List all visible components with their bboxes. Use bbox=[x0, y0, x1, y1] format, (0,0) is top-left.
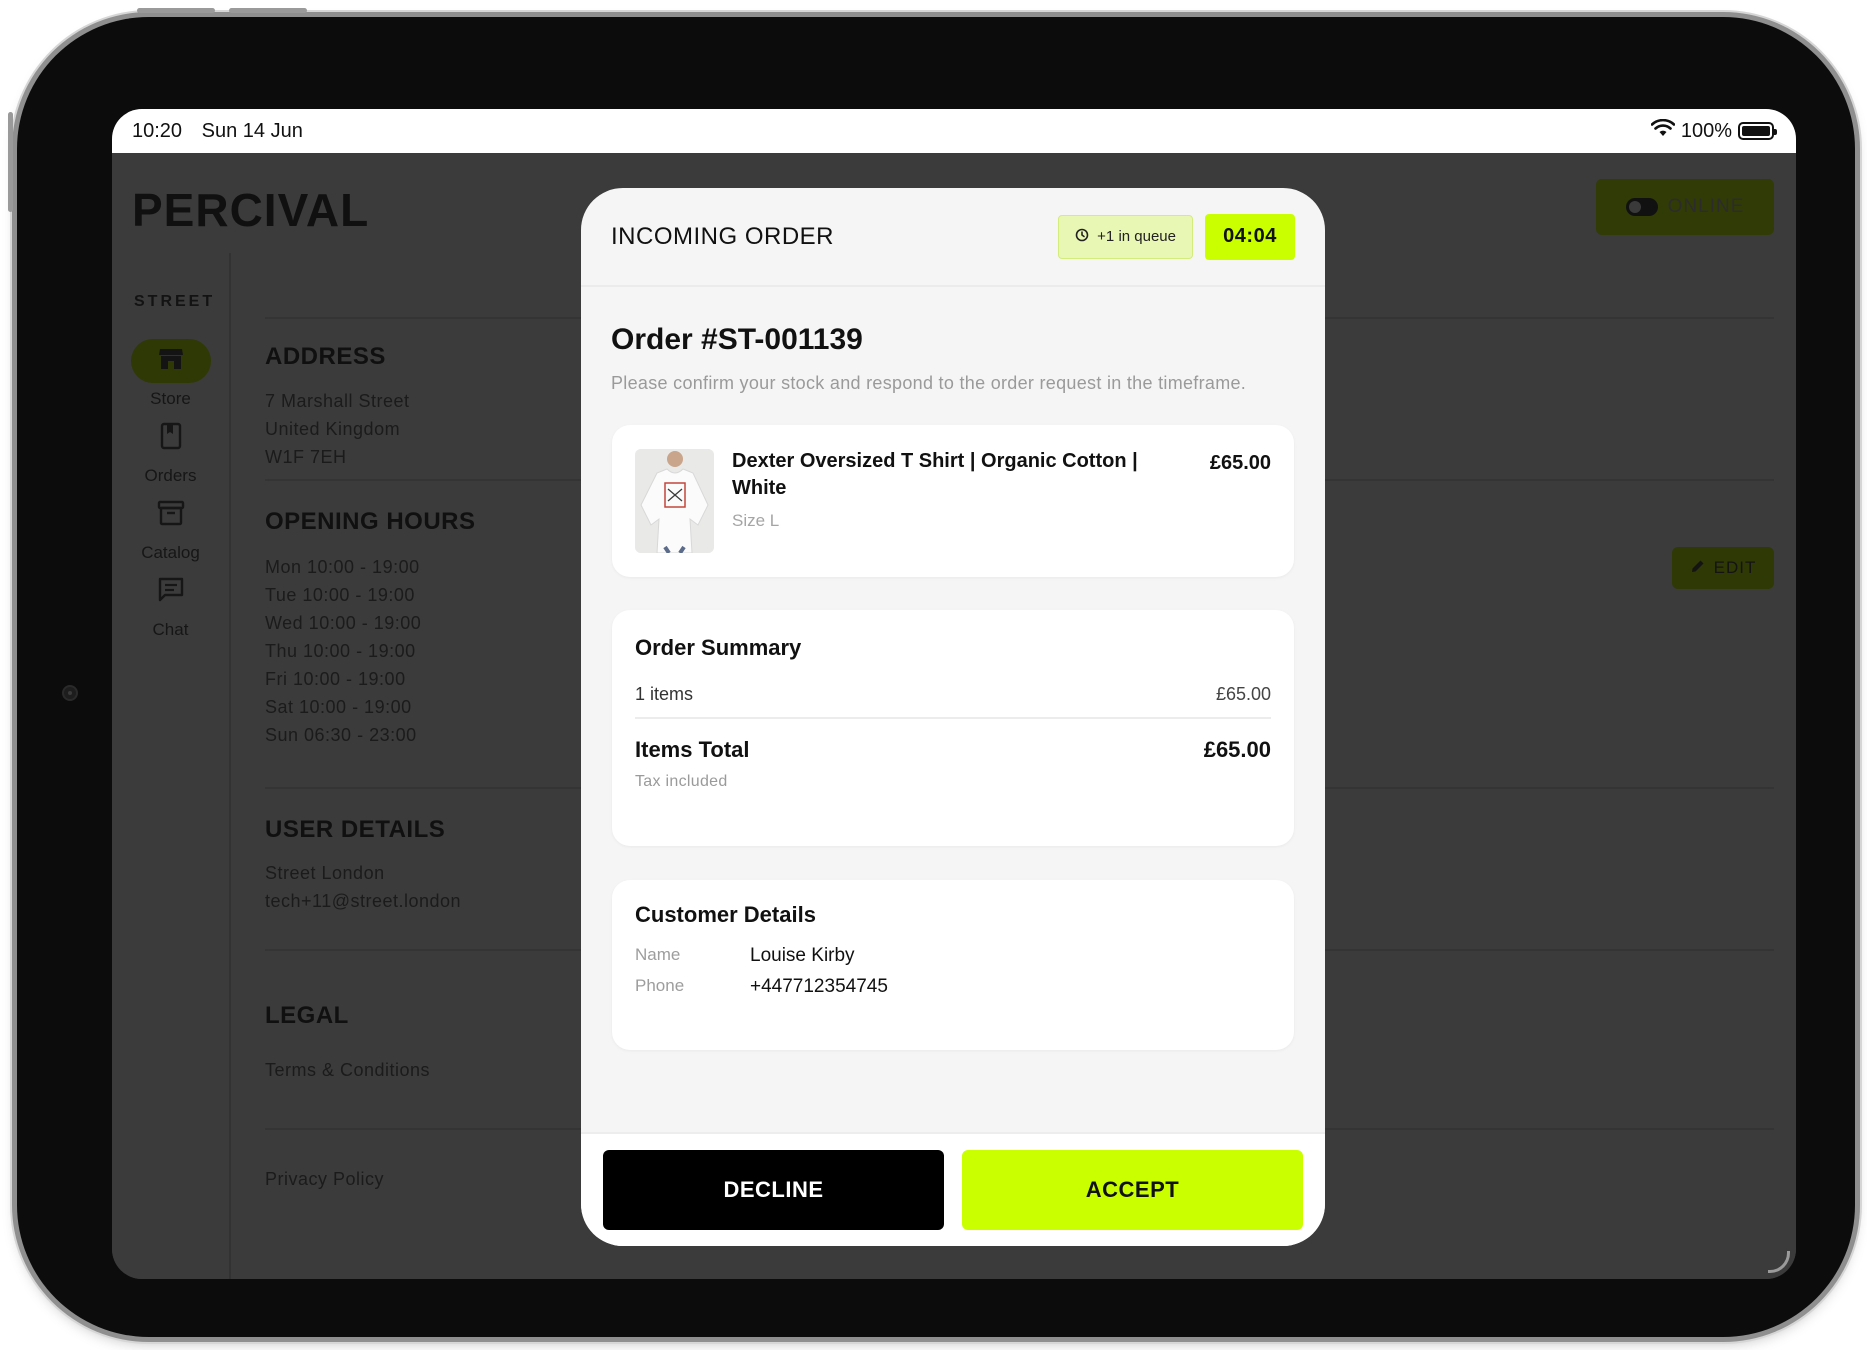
hours-line: Sat 10:00 - 19:00 bbox=[265, 697, 412, 717]
front-camera bbox=[62, 685, 78, 701]
countdown-timer: 04:04 bbox=[1205, 213, 1295, 260]
sidebar-item-orders[interactable]: Orders bbox=[112, 416, 229, 486]
order-number: Order #ST-001139 bbox=[611, 323, 863, 356]
address-line: W1F 7EH bbox=[265, 447, 347, 467]
edit-label: EDIT bbox=[1713, 558, 1757, 577]
terms-link[interactable]: Terms & Conditions bbox=[265, 1056, 430, 1085]
ipad-frame: 10:20 Sun 14 Jun 100% PERCIVAL ONLINE ST… bbox=[8, 8, 1855, 1337]
summary-divider bbox=[635, 717, 1271, 719]
items-subtotal: £65.00 bbox=[1215, 684, 1271, 704]
sidebar-divider bbox=[229, 253, 231, 1279]
sidebar-item-label: Store bbox=[150, 389, 191, 408]
online-toggle-button[interactable]: ONLINE bbox=[1596, 179, 1774, 235]
sidebar-item-label: Chat bbox=[152, 620, 189, 639]
sidebar-item-label: Catalog bbox=[141, 543, 200, 562]
edit-hours-button[interactable]: EDIT bbox=[1672, 547, 1774, 589]
address-line: United Kingdom bbox=[265, 419, 401, 439]
queue-count: +1 in queue bbox=[1097, 228, 1176, 245]
sidebar-item-store[interactable]: Store bbox=[112, 339, 229, 409]
customer-phone-key: Phone bbox=[635, 976, 685, 995]
hours-line: Thu 10:00 - 19:00 bbox=[265, 641, 416, 661]
product-card: Dexter Oversized T Shirt | Organic Cotto… bbox=[612, 425, 1294, 577]
items-count: 1 items bbox=[635, 684, 694, 704]
product-name: Dexter Oversized T Shirt | Organic Cotto… bbox=[732, 450, 1138, 499]
online-label: ONLINE bbox=[1667, 196, 1745, 217]
battery-icon bbox=[1738, 122, 1777, 140]
address-title: ADDRESS bbox=[265, 343, 386, 370]
tax-note: Tax included bbox=[635, 773, 728, 790]
status-time: 10:20 bbox=[132, 119, 183, 142]
hours-line: Tue 10:00 - 19:00 bbox=[265, 585, 415, 605]
battery-percent: 100% bbox=[1680, 119, 1732, 142]
user-name: Street London bbox=[265, 863, 385, 883]
incoming-order-modal: INCOMING ORDER +1 in queue 04:04 Order #… bbox=[581, 188, 1325, 1246]
volume-up-button bbox=[137, 8, 215, 13]
modal-title: INCOMING ORDER bbox=[611, 222, 834, 250]
items-total-label: Items Total bbox=[635, 737, 750, 762]
customer-name: Louise Kirby bbox=[750, 945, 855, 966]
status-date: Sun 14 Jun bbox=[201, 119, 303, 142]
sidebar-item-label: Orders bbox=[144, 466, 197, 485]
screen: 10:20 Sun 14 Jun 100% PERCIVAL ONLINE ST… bbox=[112, 109, 1796, 1279]
address-line: 7 Marshall Street bbox=[265, 391, 410, 411]
queue-badge: +1 in queue bbox=[1058, 214, 1193, 259]
user-details-title: USER DETAILS bbox=[265, 816, 446, 843]
hours-line: Mon 10:00 - 19:00 bbox=[265, 557, 420, 577]
order-summary-card: Order Summary 1 items £65.00 Items Total… bbox=[612, 610, 1294, 846]
product-size: Size L bbox=[732, 511, 780, 530]
product-price: £65.00 bbox=[1209, 452, 1271, 474]
summary-title: Order Summary bbox=[635, 635, 802, 660]
orders-icon bbox=[159, 422, 183, 455]
opening-hours-title: OPENING HOURS bbox=[265, 508, 476, 535]
sidebar-label: STREET bbox=[134, 293, 216, 310]
privacy-link[interactable]: Privacy Policy bbox=[265, 1165, 384, 1194]
items-total-value: £65.00 bbox=[1203, 737, 1271, 762]
user-email: tech+11@street.london bbox=[265, 891, 462, 911]
hours-line: Sun 06:30 - 23:00 bbox=[265, 725, 417, 745]
customer-name-key: Name bbox=[635, 945, 681, 964]
volume-down-button bbox=[229, 8, 307, 13]
hours-line: Wed 10:00 - 19:00 bbox=[265, 613, 422, 633]
customer-details-card: Customer Details Name Louise Kirby Phone… bbox=[612, 880, 1294, 1050]
modal-header: INCOMING ORDER +1 in queue 04:04 bbox=[581, 188, 1325, 287]
hours-line: Fri 10:00 - 19:00 bbox=[265, 669, 406, 689]
modal-footer: DECLINE ACCEPT bbox=[581, 1132, 1325, 1246]
clock-icon bbox=[1075, 228, 1089, 246]
product-image bbox=[635, 449, 714, 553]
order-instructions: Please confirm your stock and respond to… bbox=[611, 373, 1247, 393]
power-button bbox=[8, 112, 13, 212]
toggle-icon bbox=[1625, 198, 1658, 216]
customer-phone: +447712354745 bbox=[750, 976, 888, 997]
brand-title: PERCIVAL bbox=[132, 184, 370, 236]
chat-icon bbox=[157, 576, 185, 609]
catalog-icon bbox=[157, 499, 185, 532]
wifi-icon bbox=[1650, 118, 1676, 143]
corner-indicator bbox=[1768, 1251, 1790, 1273]
status-bar: 10:20 Sun 14 Jun 100% bbox=[112, 109, 1796, 153]
store-icon bbox=[158, 347, 184, 376]
accept-button[interactable]: ACCEPT bbox=[962, 1150, 1303, 1230]
sidebar-item-catalog[interactable]: Catalog bbox=[112, 493, 229, 563]
pencil-icon bbox=[1690, 558, 1706, 579]
customer-title: Customer Details bbox=[635, 902, 816, 927]
legal-title: LEGAL bbox=[265, 1002, 349, 1029]
sidebar-item-chat[interactable]: Chat bbox=[112, 570, 229, 640]
decline-button[interactable]: DECLINE bbox=[603, 1150, 944, 1230]
